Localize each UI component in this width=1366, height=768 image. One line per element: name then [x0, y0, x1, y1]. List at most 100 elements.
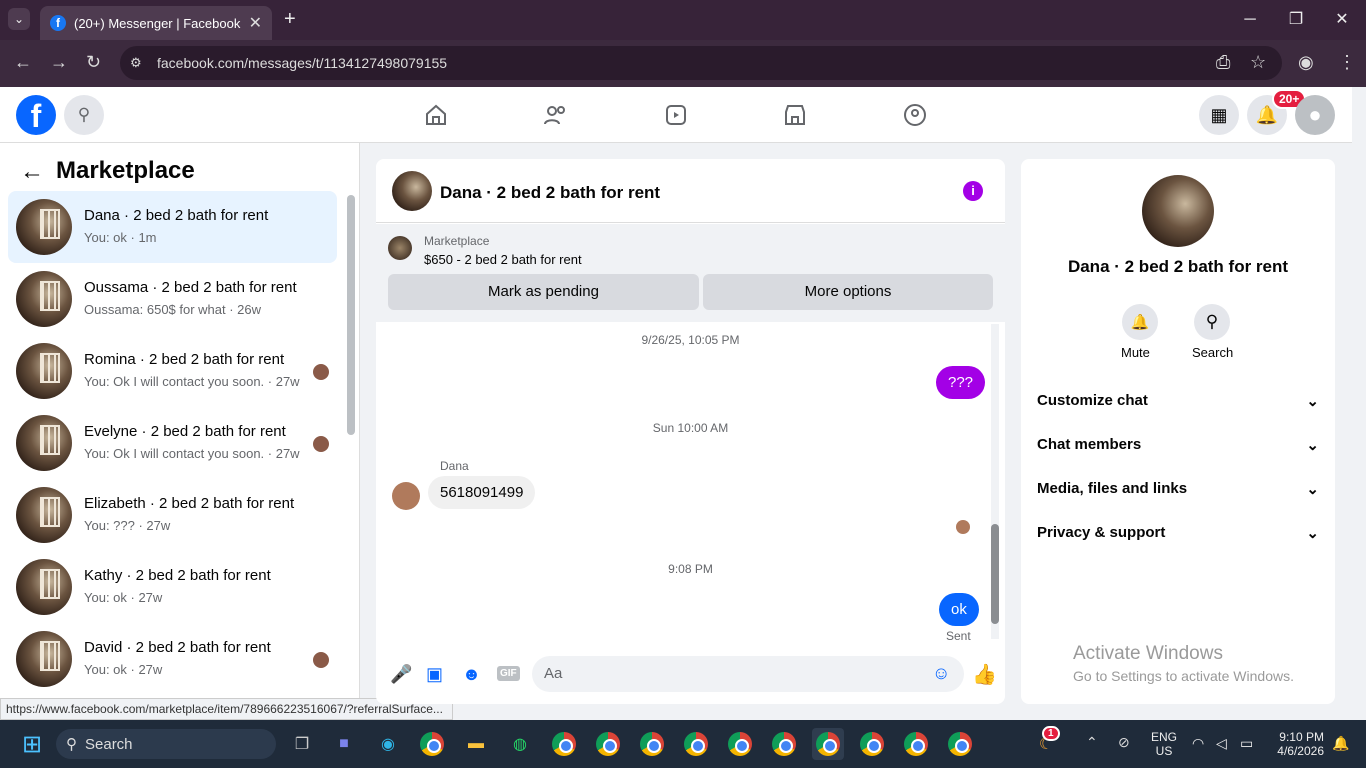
mark-as-pending-button[interactable]: Mark as pending	[388, 274, 699, 310]
conversation-item[interactable]: Evelyne · 2 bed 2 bath for rent You: Ok I…	[8, 407, 337, 479]
install-app-icon[interactable]: ⎙	[1216, 52, 1230, 73]
section-label: Privacy & support	[1037, 524, 1166, 541]
groups-icon[interactable]	[900, 100, 930, 130]
message-input-placeholder: Aa	[544, 665, 563, 682]
listing-title[interactable]: $650 - 2 bed 2 bath for rent	[424, 252, 582, 267]
section-privacy-support[interactable]: Privacy & support ⌄	[1037, 524, 1319, 542]
edge-icon[interactable]: ◉	[372, 728, 404, 760]
browser-menu-icon[interactable]: ⋮	[1338, 52, 1356, 73]
chrome-window-icon[interactable]	[680, 728, 712, 760]
chrome-window-icon[interactable]	[856, 728, 888, 760]
conversation-item[interactable]: David · 2 bed 2 bath for rent You: ok · 2…	[8, 623, 337, 695]
clock[interactable]: 9:10 PM 4/6/2026	[1272, 730, 1324, 758]
close-tab-icon[interactable]: ✕	[249, 13, 262, 33]
notification-center-icon[interactable]: 🔔	[1332, 735, 1349, 752]
sidebar-title: Marketplace	[56, 157, 195, 184]
conversation-item[interactable]: Dana · 2 bed 2 bath for rent You: ok · 1m	[8, 191, 337, 263]
file-explorer-icon[interactable]: ▬	[460, 728, 492, 760]
friends-icon[interactable]	[541, 100, 571, 130]
browser-tab[interactable]: f (20+) Messenger | Facebook ✕	[40, 6, 272, 40]
account-avatar[interactable]: ●	[1295, 95, 1335, 135]
search-icon[interactable]: ⚲	[1194, 304, 1230, 340]
video-icon[interactable]	[661, 100, 691, 130]
taskbar-search[interactable]: ⚲ Search	[56, 729, 276, 759]
chrome-window-icon[interactable]	[724, 728, 756, 760]
chat-title[interactable]: Dana · 2 bed 2 bath for rent	[440, 183, 660, 203]
close-window-button[interactable]: ✕	[1322, 0, 1362, 40]
conversation-name: Kathy · 2 bed 2 bath for rent	[84, 567, 271, 584]
section-chat-members[interactable]: Chat members ⌄	[1037, 436, 1319, 454]
section-customize-chat[interactable]: Customize chat ⌄	[1037, 392, 1319, 410]
page-scrollbar[interactable]	[1353, 87, 1366, 720]
section-label: Chat members	[1037, 436, 1142, 453]
listing-thumbnail[interactable]	[388, 236, 412, 260]
profile-icon[interactable]: ◉	[1298, 52, 1314, 73]
more-options-button[interactable]: More options	[703, 274, 993, 310]
chrome-profile-icon[interactable]	[416, 728, 448, 760]
wifi-icon[interactable]: ◠	[1192, 735, 1204, 752]
maximize-button[interactable]: ❐	[1276, 0, 1316, 40]
received-message-bubble[interactable]: 5618091499	[428, 476, 536, 509]
emoji-icon[interactable]: ☺	[932, 663, 950, 684]
sidebar-scrollbar[interactable]	[347, 195, 355, 435]
weather-badge: 1	[1042, 726, 1060, 741]
teams-icon[interactable]: ■	[328, 728, 360, 760]
network-off-icon[interactable]: ⊘	[1118, 734, 1130, 751]
thumbs-up-icon[interactable]: 👍	[972, 662, 997, 687]
profile-avatar[interactable]	[1142, 175, 1214, 247]
back-icon[interactable]: ←	[14, 52, 32, 73]
back-arrow-icon[interactable]: ←	[20, 158, 44, 186]
tray-chevron-icon[interactable]: ⌃	[1086, 734, 1098, 751]
chat-info-panel: Dana · 2 bed 2 bath for rent 🔔 Mute ⚲ Se…	[1021, 159, 1335, 704]
chat-avatar[interactable]	[392, 171, 432, 211]
chrome-window-icon[interactable]	[548, 728, 580, 760]
conversation-item[interactable]: Oussama · 2 bed 2 bath for rent Oussama: …	[8, 263, 337, 335]
home-icon[interactable]	[421, 100, 451, 130]
conversation-item[interactable]: Romina · 2 bed 2 bath for rent You: Ok I …	[8, 335, 337, 407]
chevron-down-icon: ⌄	[1306, 525, 1319, 542]
sender-name: Dana	[440, 459, 469, 473]
address-bar[interactable]: facebook.com/messages/t/1134127498079155	[120, 46, 1282, 80]
chat-scrollbar-thumb[interactable]	[991, 524, 999, 624]
mute-bell-icon[interactable]: 🔔	[1122, 304, 1158, 340]
site-info-icon[interactable]: ⚙	[130, 55, 142, 71]
chrome-window-icon[interactable]	[592, 728, 624, 760]
tab-search-button[interactable]: ⌄	[8, 8, 30, 30]
reload-icon[interactable]: ↻	[86, 52, 101, 73]
sent-message-bubble[interactable]: ???	[936, 366, 986, 399]
task-view-icon[interactable]: ❐	[286, 728, 318, 760]
new-tab-button[interactable]: +	[284, 8, 296, 31]
microphone-icon[interactable]: 🎤	[390, 664, 412, 685]
sent-message-bubble[interactable]: ok	[939, 593, 979, 626]
chrome-window-icon[interactable]	[636, 728, 668, 760]
marketplace-icon[interactable]	[780, 100, 810, 130]
sender-avatar[interactable]	[392, 482, 420, 510]
image-icon[interactable]: ▣	[426, 664, 443, 685]
taskbar-search-label: Search	[85, 735, 133, 753]
language-indicator[interactable]: ENG US	[1151, 730, 1177, 758]
whatsapp-icon[interactable]: ◍	[504, 728, 536, 760]
facebook-logo[interactable]: f	[16, 95, 56, 135]
volume-icon[interactable]: ◁	[1216, 735, 1227, 752]
chrome-window-icon[interactable]	[944, 728, 976, 760]
conversation-item[interactable]: Elizabeth · 2 bed 2 bath for rent You: ??…	[8, 479, 337, 551]
chrome-window-icon[interactable]	[812, 728, 844, 760]
menu-grid-icon[interactable]: ▦	[1199, 95, 1239, 135]
conversation-preview: You: ok · 27w	[84, 662, 163, 677]
message-input[interactable]: Aa	[532, 656, 964, 692]
bookmark-star-icon[interactable]: ☆	[1250, 52, 1266, 73]
search-icon[interactable]: ⚲	[64, 95, 104, 135]
sticker-icon[interactable]: ☻	[462, 664, 481, 685]
read-receipt-avatar	[956, 520, 970, 534]
forward-icon[interactable]: →	[50, 52, 68, 73]
windows-start-icon[interactable]: ⊞	[16, 728, 48, 760]
battery-icon[interactable]: ▭	[1240, 735, 1253, 752]
info-icon[interactable]: i	[963, 181, 983, 201]
minimize-button[interactable]: ─	[1230, 0, 1270, 40]
section-media-files-links[interactable]: Media, files and links ⌄	[1037, 480, 1319, 498]
chrome-window-icon[interactable]	[900, 728, 932, 760]
chrome-window-icon[interactable]	[768, 728, 800, 760]
profile-name[interactable]: Dana · 2 bed 2 bath for rent	[1021, 257, 1335, 277]
conversation-item[interactable]: Kathy · 2 bed 2 bath for rent You: ok · 2…	[8, 551, 337, 623]
gif-icon[interactable]: GIF	[497, 666, 520, 681]
